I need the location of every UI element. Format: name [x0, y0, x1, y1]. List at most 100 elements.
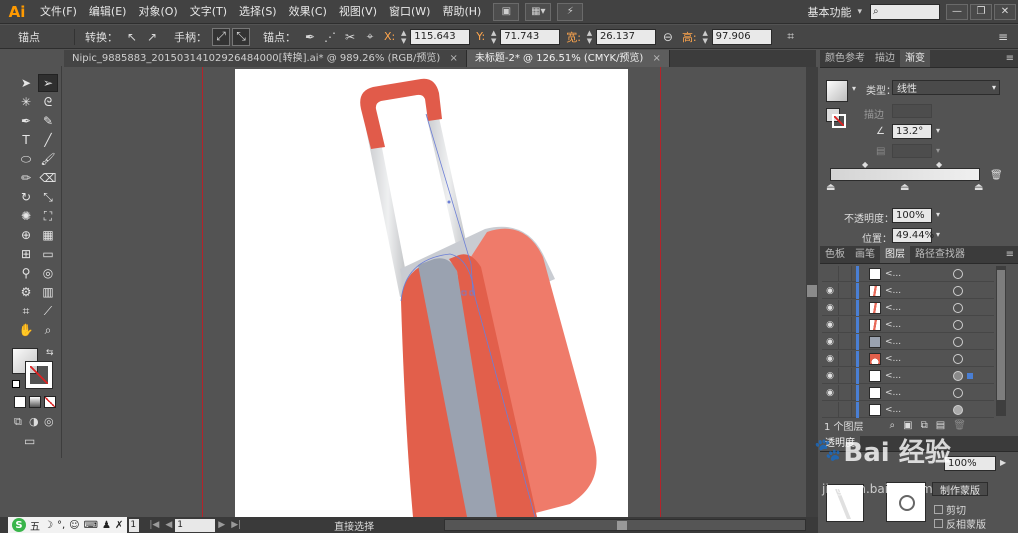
- ellipse-tool-icon[interactable]: ⬭: [16, 150, 36, 168]
- layer-row[interactable]: <...: [822, 265, 994, 282]
- blend-tool-icon[interactable]: ◎: [38, 264, 58, 282]
- artboard[interactable]: [235, 69, 628, 517]
- scale-tool-icon[interactable]: ⤡: [38, 188, 58, 206]
- chevron-right-icon[interactable]: ▶: [1000, 458, 1006, 467]
- stroke-swatch[interactable]: [25, 361, 53, 389]
- shape-builder-tool-icon[interactable]: ⊕: [16, 226, 36, 244]
- symbol-sprayer-tool-icon[interactable]: ⚙: [16, 283, 36, 301]
- gradient-stop-right[interactable]: ⏏: [974, 182, 983, 193]
- magic-wand-tool-icon[interactable]: ✳: [16, 93, 36, 111]
- eye-icon[interactable]: ◉: [822, 354, 838, 364]
- layer-name[interactable]: <...: [885, 354, 941, 364]
- target-icon[interactable]: [953, 387, 963, 398]
- tab-stroke[interactable]: 描边: [870, 50, 900, 67]
- stop-location-field[interactable]: 49.44%: [892, 228, 934, 243]
- menu-help[interactable]: 帮助(H): [436, 0, 487, 24]
- current-tool-status[interactable]: 直接选择: [334, 518, 444, 533]
- target-icon[interactable]: [953, 336, 963, 347]
- invert-mask-checkbox[interactable]: 反相蒙版: [934, 516, 986, 531]
- stroke-mini-swatch[interactable]: [832, 114, 846, 128]
- slice-tool-icon[interactable]: ⟋: [38, 302, 58, 320]
- width-stepper[interactable]: ▲ ▼: [585, 29, 594, 45]
- layer-row[interactable]: ◉ <...: [822, 282, 994, 299]
- anchor-point[interactable]: [447, 200, 451, 204]
- panel-menu-icon[interactable]: ≡: [994, 28, 1012, 46]
- menu-select[interactable]: 选择(S): [233, 0, 283, 24]
- eye-icon[interactable]: ◉: [822, 371, 838, 381]
- layer-name[interactable]: <...: [885, 320, 941, 330]
- workspace-switcher[interactable]: 基本功能: [807, 4, 851, 20]
- rotate-tool-icon[interactable]: ↻: [16, 188, 36, 206]
- eye-icon[interactable]: ◉: [822, 303, 838, 313]
- gradient-swatch[interactable]: [826, 80, 848, 102]
- ime-toolbar[interactable]: S 五 ☽ °, ☺ ⌨ ♟ ✗: [8, 517, 128, 533]
- arrange-documents-icon[interactable]: ▦▾: [525, 2, 552, 21]
- menu-type[interactable]: 文字(T): [184, 0, 233, 24]
- x-field[interactable]: 115.643: [410, 28, 471, 45]
- maximize-button[interactable]: ❐: [970, 3, 992, 20]
- gradient-type-select[interactable]: 线性 ▾: [892, 80, 1000, 95]
- layer-name[interactable]: <...: [885, 269, 941, 279]
- next-artboard-icon[interactable]: ▶: [218, 520, 225, 530]
- artboard-tool-icon[interactable]: ⌗: [16, 302, 36, 320]
- eye-icon[interactable]: ◉: [822, 388, 838, 398]
- close-button[interactable]: ✕: [994, 3, 1016, 20]
- layer-name[interactable]: <...: [885, 303, 941, 313]
- layer-row[interactable]: ◉ <...: [822, 350, 994, 367]
- menu-edit[interactable]: 编辑(E): [83, 0, 133, 24]
- layer-row[interactable]: ◉ <...: [822, 384, 994, 401]
- swap-fill-stroke-icon[interactable]: ⇆: [46, 348, 54, 358]
- show-handles-icon[interactable]: ⤢: [212, 27, 230, 46]
- menu-view[interactable]: 视图(V): [333, 0, 383, 24]
- mesh-tool-icon[interactable]: ⊞: [16, 245, 36, 263]
- menu-object[interactable]: 对象(O): [132, 0, 183, 24]
- height-stepper[interactable]: ▲ ▼: [701, 29, 710, 45]
- target-icon[interactable]: [953, 268, 963, 279]
- target-icon[interactable]: [953, 370, 963, 381]
- color-mode-icon[interactable]: [14, 396, 26, 408]
- hand-tool-icon[interactable]: ✋: [16, 321, 36, 339]
- y-stepper[interactable]: ▲ ▼: [489, 29, 498, 45]
- layer-name[interactable]: <...: [885, 371, 941, 381]
- perspective-grid-tool-icon[interactable]: ▦: [38, 226, 58, 244]
- selection-indicator[interactable]: [967, 372, 973, 379]
- suitcase-illustration[interactable]: [235, 69, 628, 517]
- close-icon[interactable]: ×: [450, 53, 458, 64]
- eye-icon[interactable]: ◉: [822, 337, 838, 347]
- chevron-down-icon[interactable]: ▾: [852, 84, 856, 93]
- first-artboard-icon[interactable]: |◀: [149, 520, 159, 530]
- layer-row[interactable]: ◉ <...: [822, 333, 994, 350]
- curvature-tool-icon[interactable]: ✎: [38, 112, 58, 130]
- none-mode-icon[interactable]: [44, 396, 56, 408]
- gpu-performance-icon[interactable]: ⚡: [557, 2, 584, 21]
- chevron-down-icon[interactable]: ▾: [857, 7, 862, 17]
- zoom-select[interactable]: 1: [129, 518, 140, 532]
- tab-swatches[interactable]: 色板: [820, 246, 850, 263]
- previous-artboard-icon[interactable]: ◀: [165, 520, 172, 530]
- gradient-tool-icon[interactable]: ▭: [38, 245, 58, 263]
- eye-icon[interactable]: ◉: [822, 286, 838, 296]
- gradient-stop-middle[interactable]: ⏏: [900, 182, 909, 193]
- screen-mode-icon[interactable]: ▭: [24, 434, 35, 448]
- layer-row[interactable]: ◉ <...: [822, 299, 994, 316]
- bridge-icon[interactable]: ▣: [493, 2, 520, 21]
- layers-scrollbar[interactable]: [996, 266, 1006, 416]
- gradient-stop-left[interactable]: ⏏: [826, 182, 835, 193]
- chevron-down-icon[interactable]: ▾: [936, 210, 940, 219]
- selection-tool-icon[interactable]: ➤: [16, 74, 36, 92]
- cut-path-icon[interactable]: ✂: [341, 28, 359, 46]
- y-field[interactable]: 71.743: [500, 28, 561, 45]
- layer-row[interactable]: ◉ <...: [822, 316, 994, 333]
- delete-stop-icon[interactable]: 🗑: [990, 170, 1003, 181]
- convert-smooth-icon[interactable]: ↗: [143, 28, 161, 46]
- target-icon[interactable]: [953, 285, 963, 296]
- gradient-slider-bar[interactable]: [830, 168, 980, 181]
- layer-row[interactable]: ◉ <...: [822, 367, 994, 384]
- menu-file[interactable]: 文件(F): [34, 0, 83, 24]
- help-search-input[interactable]: ⌕: [870, 3, 940, 20]
- isolate-icon[interactable]: ⌖: [361, 28, 379, 46]
- convert-corner-icon[interactable]: ↖: [123, 28, 141, 46]
- transform-icon[interactable]: ⌗: [782, 28, 800, 46]
- height-field[interactable]: 97.906: [711, 28, 772, 45]
- gradient-mode-icon[interactable]: [29, 396, 41, 408]
